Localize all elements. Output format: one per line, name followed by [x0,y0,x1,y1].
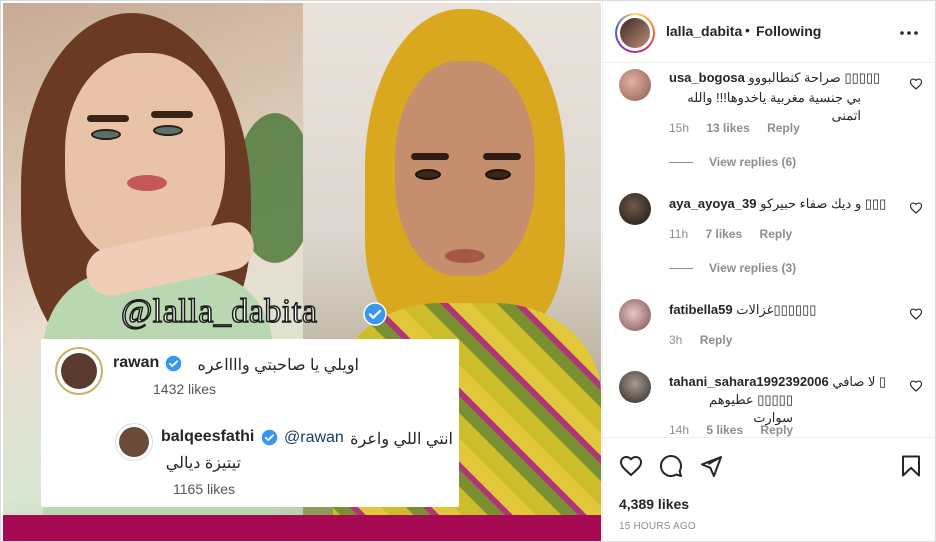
comment-line: fatibella59 غزالات▯▯▯▯▯▯ [669,301,904,319]
header-username[interactable]: lalla_dabita [666,23,742,39]
comment-meta: 14h 5 likes Reply [669,423,807,437]
post-timestamp[interactable]: 15 HOURS AGO [619,521,696,532]
comment-time[interactable]: 11h [669,227,688,241]
reply-button[interactable]: Reply [700,333,733,347]
comment-username[interactable]: usa_bogosa [669,70,745,85]
eye-shape [415,169,441,180]
comment-likes[interactable]: 13 likes [706,121,749,135]
card-mention: @rawan [284,429,344,446]
instagram-post: @lalla_dabita rawan اويلي يا صاحبتي وااا… [0,0,936,542]
post-likes-count[interactable]: 4,389 likes [619,496,689,512]
following-button[interactable]: Following [756,23,821,39]
post-header: lalla_dabita • Following [603,1,935,63]
card-username: rawan [113,354,160,371]
comment-username[interactable]: fatibella59 [669,302,733,317]
heart-icon[interactable] [909,77,923,91]
watermark-text: @lalla_dabita [120,292,318,331]
reply-button[interactable]: Reply [760,423,793,437]
comment-meta: 3h Reply [669,333,746,347]
comment-time[interactable]: 14h [669,423,689,437]
comment-username[interactable]: aya_ayoya_39 [669,196,756,211]
comments-list[interactable]: usa_bogosa صراحة كنطالبووو ▯▯▯▯▯ بي جنسي… [603,63,935,437]
heart-icon[interactable] [909,379,923,393]
eye-shape [485,169,511,180]
comment-icon[interactable] [659,454,683,478]
comment-line: tahani_sahara1992392006 لا صافي ▯ [669,373,904,391]
lips-shape [127,175,167,191]
eyebrow-shape [151,111,193,118]
avatar [115,423,153,461]
heart-icon[interactable] [909,307,923,321]
comment-line: aya_ayoya_39 و ديك صفاء حبيركو ▯▯▯ [669,195,904,213]
card-comment-text: اويلي يا صاحبتي وااااعره [197,357,359,374]
verified-badge-icon [261,429,278,446]
card-username: balqeesfathi [161,428,255,445]
comment-text: غزالات▯▯▯▯▯▯ [736,302,817,317]
lips-shape [445,249,485,263]
comment-line: usa_bogosa صراحة كنطالبووو ▯▯▯▯▯ [669,69,904,87]
eyebrow-shape [87,115,129,122]
view-replies-label: View replies (3) [709,261,797,275]
avatar[interactable] [619,193,651,225]
view-replies-button[interactable]: View replies (3) [669,261,796,275]
comment-text: ▯▯▯▯▯ عطيوهم سوارت [709,392,793,425]
avatar[interactable] [619,371,651,403]
card-like-count: 1432 likes [153,381,217,397]
comment-time[interactable]: 15h [669,121,689,135]
share-icon[interactable] [699,454,723,478]
eyebrow-shape [483,153,521,160]
action-bar: 4,389 likes 15 HOURS AGO [603,437,935,541]
eye-shape [153,125,183,136]
comment-likes[interactable]: 7 likes [705,227,742,241]
more-options-icon[interactable] [897,23,921,43]
avatar[interactable] [615,13,655,53]
eyebrow-shape [411,153,449,160]
heart-icon[interactable] [909,201,923,215]
card-like-count: 1165 likes [173,481,236,497]
post-image[interactable]: @lalla_dabita rawan اويلي يا صاحبتي وااا… [1,1,602,541]
avatar [55,347,103,395]
card-comment-text: انتي اللي واعرة [350,431,453,448]
comment-time[interactable]: 3h [669,333,682,347]
comment-text: لا صافي ▯ [832,374,887,389]
post-sidebar: lalla_dabita • Following usa_bogosa صراح… [602,1,935,541]
comment-text: بي جنسية مغربية ياخدوها!!! والله اتمنى [687,90,861,123]
heart-icon[interactable] [619,454,643,478]
reply-button[interactable]: Reply [767,121,800,135]
comment-meta: 11h 7 likes Reply [669,227,806,241]
avatar[interactable] [619,69,651,101]
view-replies-label: View replies (6) [709,155,797,169]
card-comment-text: تيتيزة ديالي [165,455,241,472]
comment-text: و ديك صفاء حبيركو ▯▯▯ [760,196,887,211]
bookmark-icon[interactable] [899,454,923,478]
bottom-color-band [3,515,601,541]
verified-badge-icon [165,355,182,372]
reply-button[interactable]: Reply [760,227,793,241]
comment-screenshot-card: rawan اويلي يا صاحبتي وااااعره 1432 like… [41,339,459,507]
comment-likes[interactable]: 5 likes [706,423,743,437]
verified-badge-icon [363,302,387,326]
comment-text: صراحة كنطالبووو ▯▯▯▯▯ [748,70,881,85]
eye-shape [91,129,121,140]
avatar[interactable] [619,299,651,331]
view-replies-button[interactable]: View replies (6) [669,155,796,169]
comment-username[interactable]: tahani_sahara1992392006 [669,374,829,389]
face-shape [395,61,535,276]
separator-dot: • [745,22,750,38]
comment-meta: 15h 13 likes Reply [669,121,814,135]
